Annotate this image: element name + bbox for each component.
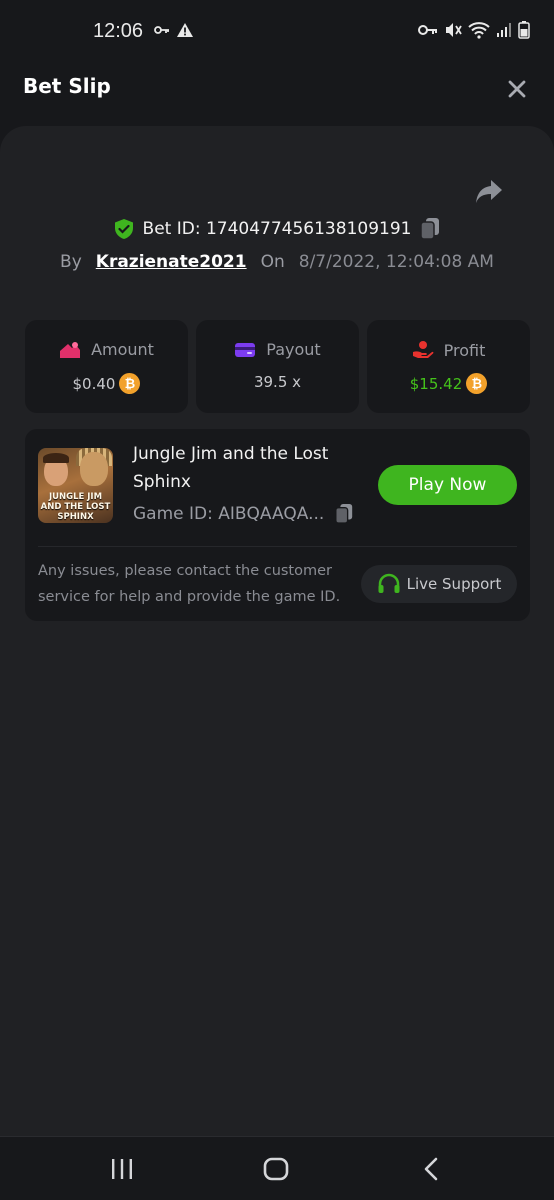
on-label: On	[260, 252, 285, 272]
close-icon[interactable]	[504, 76, 530, 102]
stat-value: $15.42	[409, 374, 463, 393]
live-support-label: Live Support	[406, 575, 502, 593]
thumb-sphinx-face	[80, 452, 108, 486]
stat-card-payout: Payout 39.5 x	[196, 320, 359, 413]
bet-meta-row: By Krazienate2021 On 8/7/2022, 12:04:08 …	[0, 248, 554, 276]
play-now-button[interactable]: Play Now	[378, 465, 517, 505]
bet-id: Bet ID: 1740477456138109191	[142, 219, 412, 239]
bet-id-row: Bet ID: 1740477456138109191	[0, 214, 554, 244]
payout-card-icon	[235, 342, 256, 357]
recent-apps-icon[interactable]	[108, 1155, 136, 1183]
profit-hand-icon	[412, 341, 434, 358]
stat-label: Amount	[91, 340, 154, 359]
bitcoin-coin-icon: ₿	[466, 373, 488, 394]
key-icon	[418, 25, 437, 35]
amount-icon	[60, 341, 81, 358]
game-name: Jungle Jim and the Lost Sphinx	[133, 444, 329, 492]
stat-card-amount: Amount $0.40 ₿	[25, 320, 188, 413]
battery-icon	[518, 21, 530, 39]
wifi-icon	[468, 22, 490, 39]
header: Bet Slip	[0, 50, 554, 126]
stat-label: Payout	[266, 340, 321, 359]
bet-date: 8/7/2022, 12:04:08 AM	[298, 252, 494, 272]
thumb-character-hair	[43, 453, 69, 463]
game-id: Game ID: AIBQAAQA...	[133, 504, 325, 524]
status-bar: 12:06	[0, 0, 554, 50]
game-id-row: Game ID: AIBQAAQA...	[133, 503, 354, 525]
stat-value: 39.5 x	[253, 373, 302, 391]
back-icon[interactable]	[418, 1155, 446, 1183]
bet-slip-panel	[0, 126, 554, 1136]
game-card: JUNGLE JIM AND THE LOST SPHINX Jungle Ji…	[25, 429, 530, 621]
shield-check-icon	[114, 219, 133, 239]
vpn-key-icon	[154, 26, 169, 34]
headset-icon	[378, 573, 400, 593]
live-support-button[interactable]: Live Support	[361, 565, 517, 603]
bitcoin-coin-icon: ₿	[119, 373, 141, 394]
thumb-logo-text: JUNGLE JIM AND THE LOST SPHINX	[40, 492, 111, 522]
stats-row: Amount $0.40 ₿ Payout 39.5 x Profit $15.…	[25, 320, 530, 413]
copy-icon[interactable]	[334, 503, 354, 525]
home-icon[interactable]	[262, 1155, 290, 1183]
stat-value: $0.40	[72, 374, 116, 393]
mute-vibrate-icon	[446, 23, 462, 37]
warning-icon	[177, 23, 193, 37]
copy-icon[interactable]	[419, 217, 441, 241]
page-title: Bet Slip	[23, 74, 111, 98]
stat-label: Profit	[443, 340, 486, 360]
status-time: 12:06	[93, 20, 144, 42]
divider	[38, 546, 517, 547]
by-label: By	[60, 252, 82, 272]
username-link[interactable]: Krazienate2021	[96, 252, 247, 272]
game-thumbnail[interactable]: JUNGLE JIM AND THE LOST SPHINX	[38, 448, 113, 523]
signal-icon	[497, 23, 511, 37]
system-nav-bar	[0, 1136, 554, 1200]
issue-text: Any issues, please contact the customer …	[38, 563, 341, 605]
stat-card-profit: Profit $15.42 ₿	[367, 320, 530, 413]
share-icon[interactable]	[474, 177, 504, 205]
